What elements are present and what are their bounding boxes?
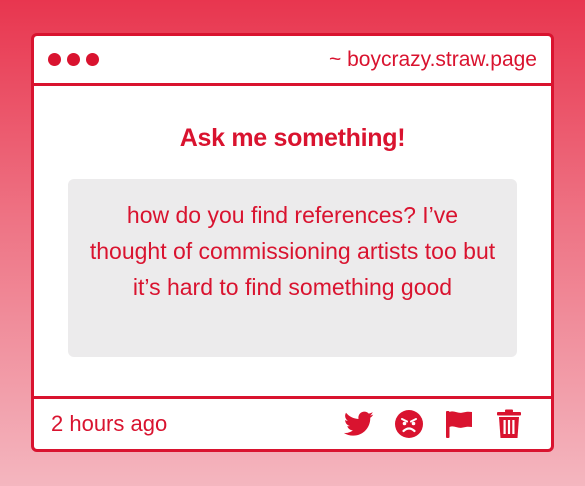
twitter-icon xyxy=(344,411,374,436)
title-bar: ~ boycrazy.straw.page xyxy=(34,36,551,86)
footer-bar: 2 hours ago xyxy=(34,396,551,449)
action-bar xyxy=(343,408,525,440)
page-url[interactable]: ~ boycrazy.straw.page xyxy=(329,48,537,72)
window-dot-icon[interactable] xyxy=(48,53,61,66)
window-controls xyxy=(48,53,99,66)
timestamp: 2 hours ago xyxy=(51,411,168,436)
window-dot-icon[interactable] xyxy=(67,53,80,66)
question-text: how do you find references? I’ve thought… xyxy=(89,202,496,300)
question-card: how do you find references? I’ve thought… xyxy=(68,179,517,357)
page-title: Ask me something! xyxy=(179,124,406,152)
window-dot-icon[interactable] xyxy=(86,53,99,66)
react-button[interactable] xyxy=(393,408,425,440)
report-button[interactable] xyxy=(443,408,475,440)
trash-icon xyxy=(497,409,521,438)
flag-icon xyxy=(446,411,472,438)
share-twitter-button[interactable] xyxy=(343,408,375,440)
angry-face-icon xyxy=(395,410,423,438)
delete-button[interactable] xyxy=(493,408,525,440)
main-content: Ask me something! how do you find refere… xyxy=(34,86,551,396)
browser-window: ~ boycrazy.straw.page Ask me something! … xyxy=(31,33,554,452)
